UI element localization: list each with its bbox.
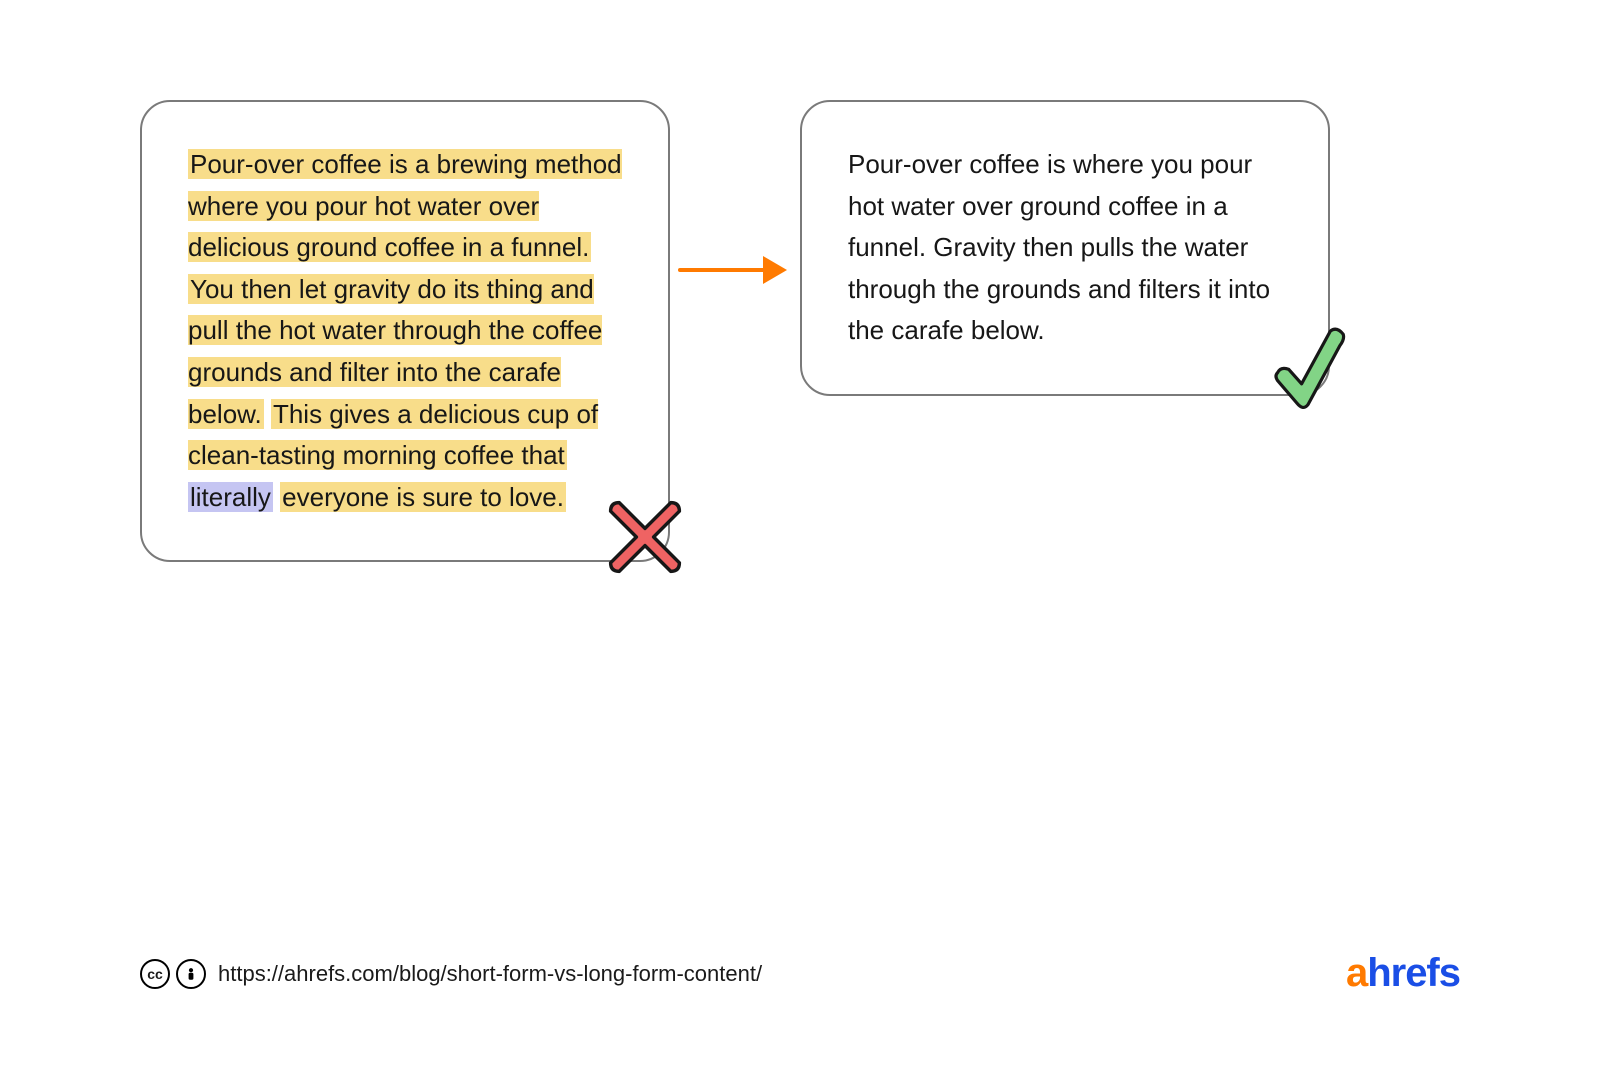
yellow-highlight: Pour-over coffee is a brewing method whe… <box>188 149 622 262</box>
check-icon <box>1268 321 1348 426</box>
wordy-example-card: Pour-over coffee is a brewing method whe… <box>140 100 670 562</box>
arrow-icon <box>675 250 795 290</box>
logo-a: a <box>1346 951 1367 995</box>
cross-icon <box>602 494 688 593</box>
concise-example-card: Pour-over coffee is where you pour hot w… <box>800 100 1330 396</box>
yellow-highlight: everyone is sure to love. <box>280 482 566 512</box>
logo-rest: hrefs <box>1367 951 1460 995</box>
footer: cc https://ahrefs.com/blog/short-form-vs… <box>140 951 1460 996</box>
purple-highlight: literally <box>188 482 273 512</box>
transform-arrow <box>670 100 800 440</box>
attribution: cc https://ahrefs.com/blog/short-form-vs… <box>140 959 762 989</box>
source-url: https://ahrefs.com/blog/short-form-vs-lo… <box>218 961 762 987</box>
cc-license-icons: cc <box>140 959 206 989</box>
cc-by-icon <box>176 959 206 989</box>
ahrefs-logo: ahrefs <box>1346 951 1460 996</box>
cc-icon: cc <box>140 959 170 989</box>
comparison-container: Pour-over coffee is a brewing method whe… <box>140 100 1460 860</box>
concise-example-text: Pour-over coffee is where you pour hot w… <box>848 144 1282 352</box>
wordy-example-text: Pour-over coffee is a brewing method whe… <box>188 144 622 518</box>
